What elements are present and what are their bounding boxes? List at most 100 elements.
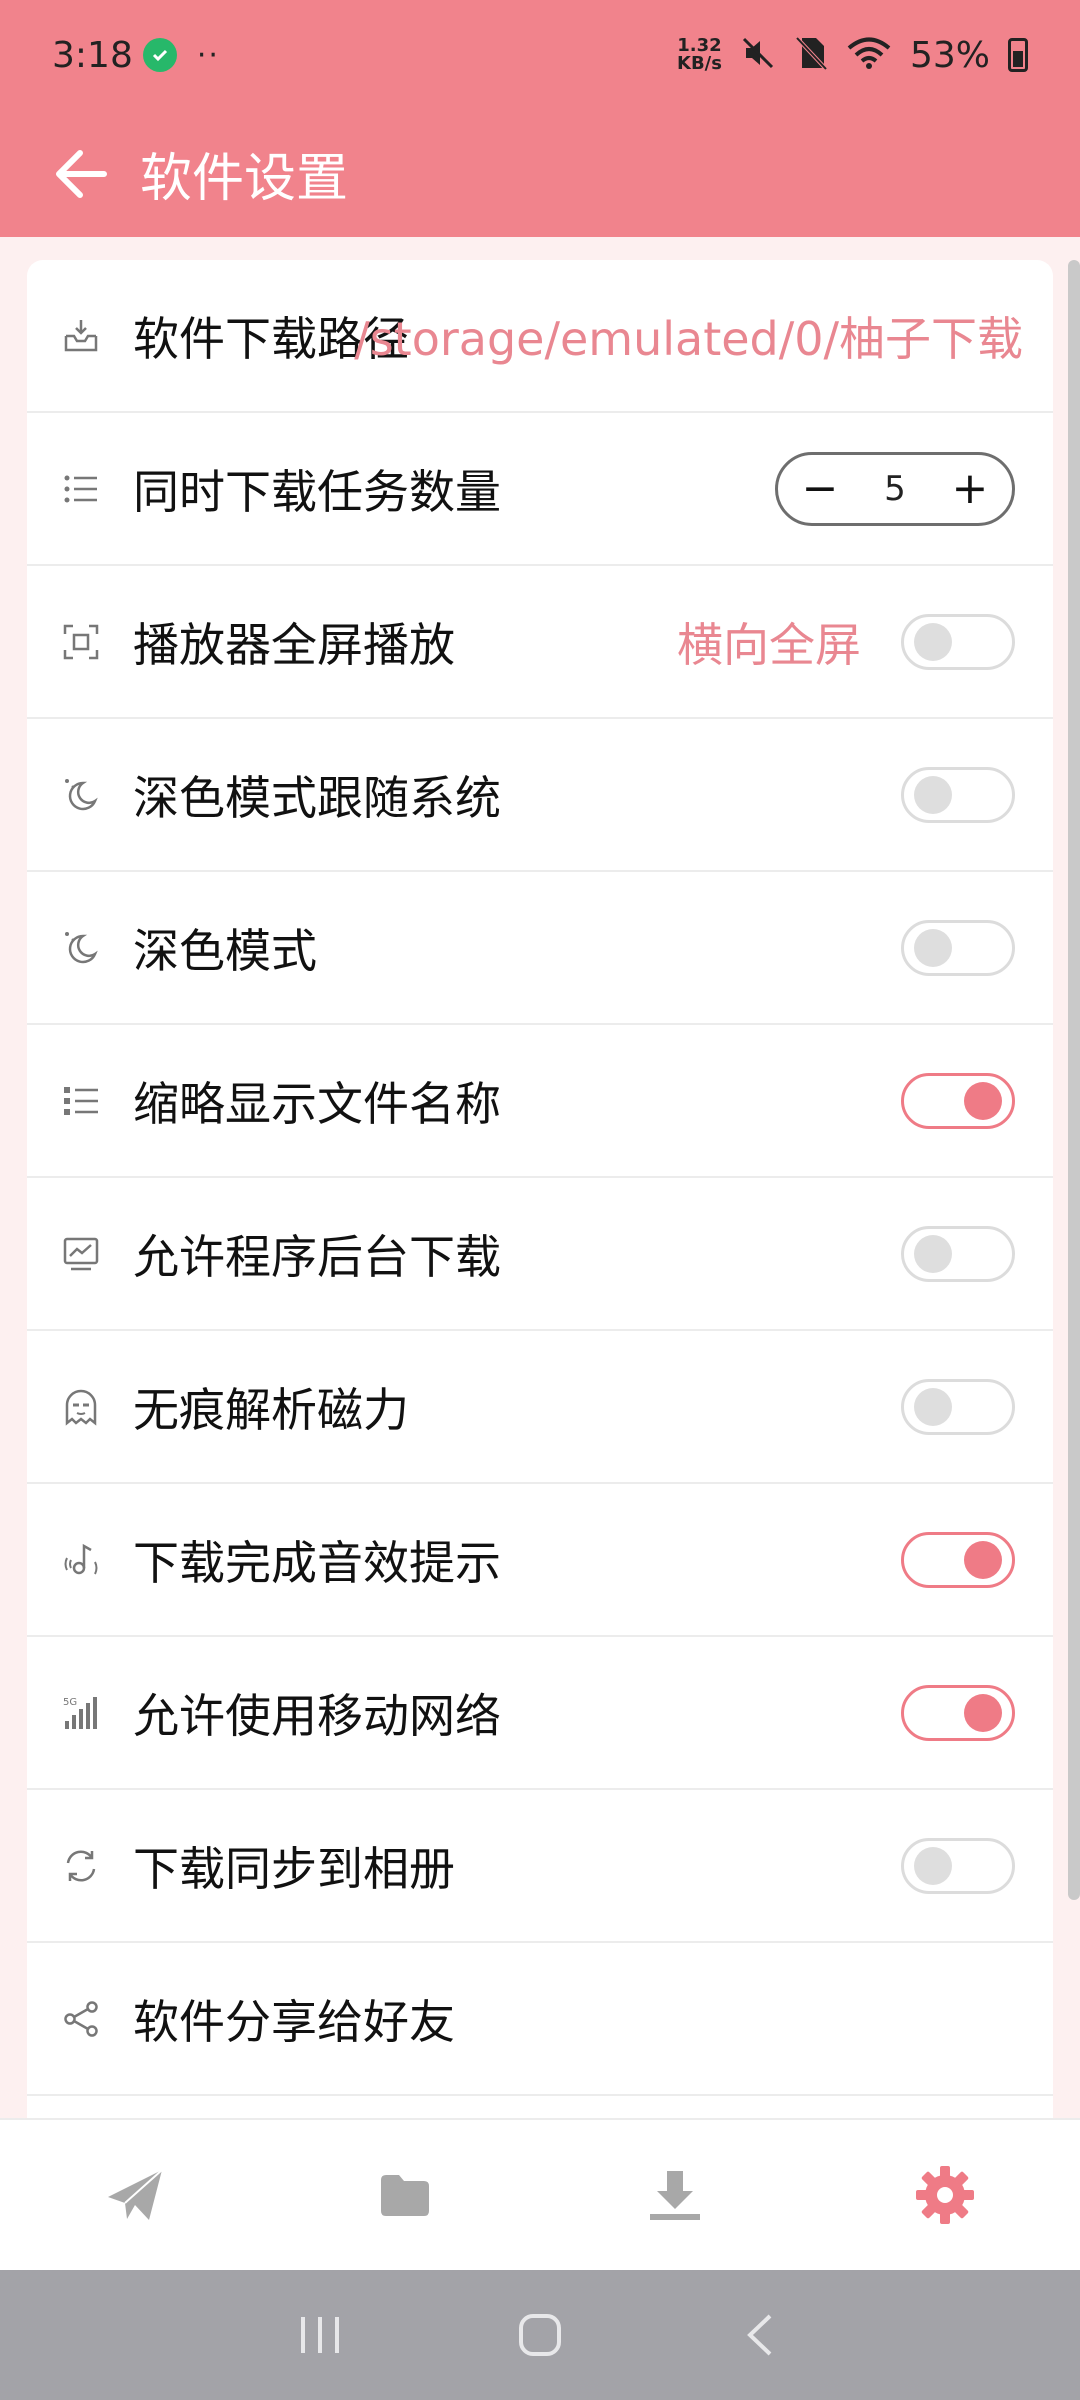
setting-dark-follow-system: 深色模式跟随系统 bbox=[27, 719, 1053, 872]
svg-text:5G: 5G bbox=[63, 1697, 77, 1708]
battery-percent: 53% bbox=[909, 34, 990, 76]
setting-label: 允许程序后台下载 bbox=[133, 1229, 501, 1284]
task-count-value: 5 bbox=[884, 468, 906, 509]
mobile-network-toggle[interactable] bbox=[901, 1684, 1015, 1741]
dark-follow-toggle[interactable] bbox=[901, 766, 1015, 823]
toggle-knob bbox=[964, 1540, 1002, 1579]
abbreviate-toggle[interactable] bbox=[901, 1072, 1015, 1129]
status-time: 3:18 bbox=[52, 34, 133, 76]
notification-dots: ·· bbox=[196, 37, 220, 73]
recents-icon bbox=[301, 2317, 339, 2353]
setting-sync-album: 下载同步到相册 bbox=[27, 1790, 1053, 1943]
setting-share[interactable]: 软件分享给好友 bbox=[27, 1943, 1053, 2096]
music-note-icon bbox=[59, 1538, 103, 1582]
share-icon bbox=[59, 1997, 103, 2041]
decrement-button[interactable]: − bbox=[800, 466, 840, 510]
setting-download-path[interactable]: 软件下载路径 /storage/emulated/0/柚子下载 bbox=[27, 260, 1053, 413]
background-download-toggle[interactable] bbox=[901, 1225, 1015, 1282]
stepper-wrap: − 5 + bbox=[775, 451, 1015, 526]
toggle-knob bbox=[964, 1081, 1002, 1120]
list-bullets-icon bbox=[59, 1079, 103, 1123]
sound-toggle[interactable] bbox=[901, 1531, 1015, 1588]
folder-icon bbox=[381, 2175, 429, 2216]
arrow-left-icon bbox=[56, 149, 107, 198]
bottom-nav bbox=[0, 2118, 1080, 2270]
row-right bbox=[901, 766, 1015, 823]
mute-icon bbox=[740, 35, 776, 75]
setting-label: 允许使用移动网络 bbox=[133, 1688, 501, 1743]
setting-label: 软件分享给好友 bbox=[133, 1994, 455, 2049]
row-right bbox=[901, 1837, 1015, 1894]
setting-label: 深色模式跟随系统 bbox=[133, 770, 501, 825]
download-path-value: /storage/emulated/0/柚子下载 bbox=[354, 311, 1023, 366]
signal-5g-icon: 5G bbox=[59, 1691, 103, 1735]
settings-list: 软件下载路径 /storage/emulated/0/柚子下载 同时下载任务数量… bbox=[27, 260, 1053, 2120]
row-right bbox=[901, 919, 1015, 976]
home-icon bbox=[519, 2314, 561, 2356]
setting-label: 缩略显示文件名称 bbox=[133, 1076, 501, 1131]
nav-files[interactable] bbox=[345, 2135, 465, 2255]
battery-icon bbox=[1008, 38, 1028, 72]
gear-icon bbox=[916, 2166, 974, 2224]
setting-label: 下载同步到相册 bbox=[133, 1841, 455, 1896]
network-speed: 1.32 KB/s bbox=[677, 37, 722, 73]
task-count-stepper: − 5 + bbox=[775, 451, 1015, 526]
toggle-knob bbox=[914, 775, 952, 814]
speed-unit: KB/s bbox=[677, 53, 722, 74]
back-button[interactable] bbox=[54, 144, 114, 204]
download-icon bbox=[650, 2171, 700, 2220]
app-header: 软件设置 bbox=[0, 110, 1080, 237]
setting-label: 同时下载任务数量 bbox=[133, 464, 501, 519]
toggle-knob bbox=[964, 1693, 1002, 1732]
home-button[interactable] bbox=[505, 2300, 575, 2370]
nav-downloads[interactable] bbox=[615, 2135, 735, 2255]
toggle-knob bbox=[914, 1846, 952, 1885]
row-right bbox=[901, 1225, 1015, 1282]
setting-label: 无痕解析磁力 bbox=[133, 1382, 409, 1437]
setting-background-download: 允许程序后台下载 bbox=[27, 1178, 1053, 1331]
app-root: 3:18 ·· 1.32 KB/s 53% 软件设置 软件下载路径 /stora… bbox=[0, 0, 1080, 2400]
wifi-icon bbox=[846, 35, 892, 75]
setting-label: 下载完成音效提示 bbox=[133, 1535, 501, 1590]
shield-check-icon bbox=[142, 38, 177, 72]
fullscreen-icon bbox=[59, 620, 103, 664]
row-right: 横向全屏 bbox=[677, 609, 1015, 675]
sync-icon bbox=[59, 1844, 103, 1888]
sync-album-toggle[interactable] bbox=[901, 1837, 1015, 1894]
toggle-knob bbox=[914, 1234, 952, 1273]
dark-mode-toggle[interactable] bbox=[901, 919, 1015, 976]
setting-concurrent-tasks: 同时下载任务数量 − 5 + bbox=[27, 413, 1053, 566]
status-right: 1.32 KB/s 53% bbox=[677, 35, 1028, 76]
nav-send[interactable] bbox=[75, 2135, 195, 2255]
ghost-icon bbox=[59, 1385, 103, 1429]
list-icon bbox=[59, 467, 103, 511]
fullscreen-toggle[interactable] bbox=[901, 613, 1015, 670]
paper-plane-icon bbox=[108, 2169, 163, 2220]
incognito-toggle[interactable] bbox=[901, 1378, 1015, 1435]
row-right bbox=[901, 1684, 1015, 1741]
system-back-button[interactable] bbox=[725, 2300, 795, 2370]
setting-label: 播放器全屏播放 bbox=[133, 617, 455, 672]
toggle-knob bbox=[914, 928, 952, 967]
inbox-download-icon bbox=[59, 314, 103, 358]
setting-sound-notify: 下载完成音效提示 bbox=[27, 1484, 1053, 1637]
setting-dark-mode: 深色模式 bbox=[27, 872, 1053, 1025]
no-sim-icon bbox=[794, 35, 828, 75]
row-right bbox=[901, 1531, 1015, 1588]
toggle-knob bbox=[914, 1387, 952, 1426]
monitor-chart-icon bbox=[59, 1232, 103, 1276]
page-title: 软件设置 bbox=[140, 149, 349, 209]
system-nav-bar bbox=[0, 2270, 1080, 2400]
setting-fullscreen: 播放器全屏播放 横向全屏 bbox=[27, 566, 1053, 719]
recents-button[interactable] bbox=[285, 2300, 355, 2370]
setting-abbreviate-names: 缩略显示文件名称 bbox=[27, 1025, 1053, 1178]
scrollbar[interactable] bbox=[1068, 260, 1080, 1900]
moon-stars-icon bbox=[59, 926, 103, 970]
setting-incognito-magnet: 无痕解析磁力 bbox=[27, 1331, 1053, 1484]
nav-settings[interactable] bbox=[885, 2135, 1005, 2255]
setting-mobile-network: 5G 允许使用移动网络 bbox=[27, 1637, 1053, 1790]
fullscreen-mode-value[interactable]: 横向全屏 bbox=[677, 609, 861, 675]
row-right bbox=[901, 1072, 1015, 1129]
increment-button[interactable]: + bbox=[950, 466, 990, 510]
setting-label: 深色模式 bbox=[133, 923, 317, 978]
